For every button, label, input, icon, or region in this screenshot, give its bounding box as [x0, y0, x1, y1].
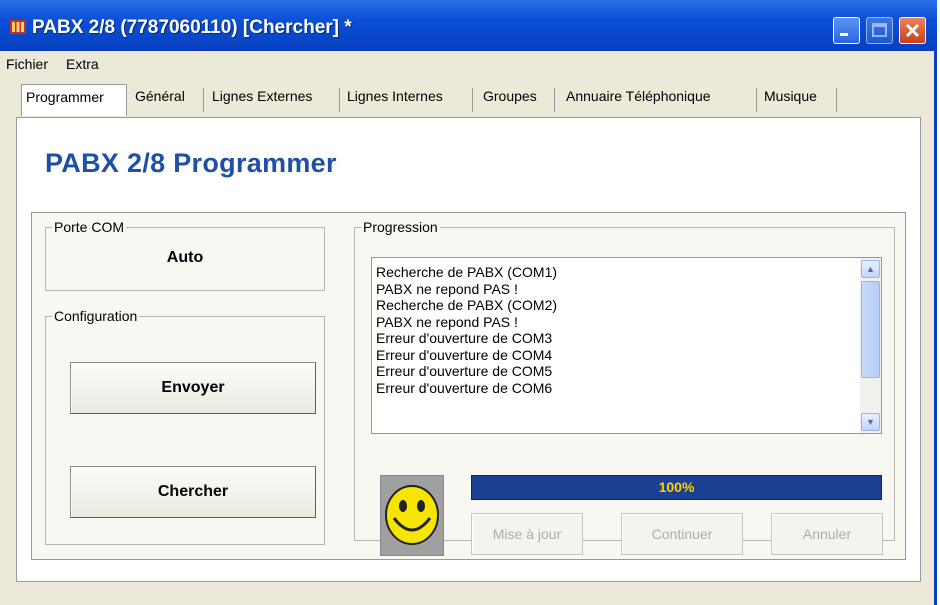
progression-legend: Progression — [363, 219, 438, 235]
title-bar[interactable]: PABX 2/8 (7787060110) [Chercher] * — [0, 0, 937, 51]
maximize-icon[interactable] — [866, 17, 893, 44]
log-line: Erreur d'ouverture de COM6 — [376, 379, 553, 396]
main-panel: Porte COM Auto Configuration Envoyer Che… — [31, 212, 906, 560]
application-window: PABX 2/8 (7787060110) [Chercher] * Fichi… — [0, 0, 937, 605]
close-icon[interactable] — [899, 17, 926, 44]
window-title: PABX 2/8 (7787060110) [Chercher] * — [32, 17, 352, 38]
tab-content-programmer: PABX 2/8 Programmer Porte COM Auto Confi… — [16, 117, 921, 582]
log-scrollbar[interactable]: ▲ ▼ — [860, 258, 881, 433]
progress-log-list[interactable]: Recherche de PABX (COM1) PABX ne repond … — [371, 257, 882, 434]
scroll-thumb[interactable] — [861, 281, 880, 378]
tab-annuaire-telephonique[interactable]: Annuaire Téléphonique — [566, 88, 757, 112]
progress-bar: 100% — [471, 475, 882, 500]
log-line: Recherche de PABX (COM1) — [376, 264, 558, 280]
page-title: PABX 2/8 Programmer — [45, 148, 337, 178]
progression-group: Progression Recherche de PABX (COM1) PAB… — [354, 219, 895, 556]
tab-groupes[interactable]: Groupes — [483, 88, 555, 112]
annuler-button[interactable]: Annuler — [771, 513, 883, 555]
tab-strip: Programmer Général Lignes Externes Ligne… — [0, 78, 934, 118]
tab-general[interactable]: Général — [135, 88, 204, 112]
mise-a-jour-button[interactable]: Mise à jour — [471, 513, 583, 555]
configuration-legend: Configuration — [54, 308, 138, 324]
porte-com-legend: Porte COM — [54, 219, 125, 235]
log-line: Recherche de PABX (COM2) — [376, 297, 558, 313]
log-line: Erreur d'ouverture de COM5 — [376, 363, 553, 379]
log-line: Erreur d'ouverture de COM4 — [376, 346, 553, 363]
minimize-icon[interactable] — [833, 17, 860, 44]
menu-fichier[interactable]: Fichier — [6, 56, 48, 72]
log-line: Erreur d'ouverture de COM3 — [376, 330, 553, 346]
continuer-button[interactable]: Continuer — [621, 513, 743, 555]
tab-lignes-internes[interactable]: Lignes Internes — [347, 88, 473, 112]
menu-bar: Fichier Extra — [0, 51, 934, 75]
chercher-button[interactable]: Chercher — [70, 466, 316, 518]
scroll-down-icon[interactable]: ▼ — [861, 413, 880, 431]
log-line: PABX ne repond PAS ! — [376, 280, 518, 297]
menu-extra[interactable]: Extra — [66, 56, 99, 72]
configuration-group: Configuration Envoyer Chercher — [45, 308, 325, 545]
envoyer-button[interactable]: Envoyer — [70, 362, 316, 414]
smiley-icon — [380, 475, 444, 556]
app-icon — [10, 20, 26, 34]
porte-com-value: Auto — [166, 249, 204, 266]
progress-text: 100% — [658, 479, 695, 495]
log-lines: Recherche de PABX (COM1) PABX ne repond … — [376, 264, 856, 396]
tab-musique[interactable]: Musique — [764, 88, 837, 112]
tab-programmer[interactable]: Programmer — [21, 84, 127, 116]
scroll-up-icon[interactable]: ▲ — [861, 260, 880, 278]
log-line: PABX ne repond PAS ! — [376, 313, 518, 330]
porte-com-group: Porte COM Auto — [45, 219, 325, 291]
tab-lignes-externes[interactable]: Lignes Externes — [212, 88, 340, 112]
